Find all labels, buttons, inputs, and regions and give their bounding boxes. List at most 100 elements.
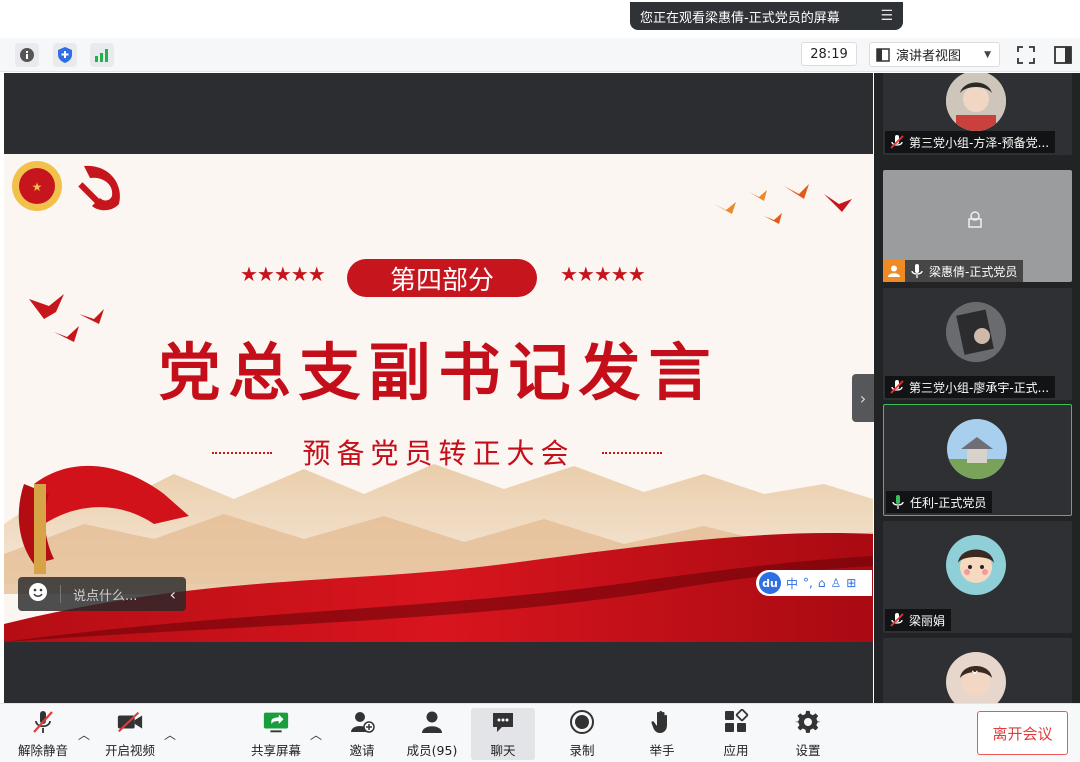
mic-muted-icon — [889, 134, 905, 150]
chevron-right-icon: › — [859, 388, 867, 408]
mic-active-icon — [890, 494, 906, 510]
leave-meeting-button[interactable]: 离开会议 — [977, 711, 1068, 755]
chat-icon — [489, 708, 517, 736]
raise-hand-label: 举手 — [649, 743, 675, 758]
start-video-button[interactable]: 开启视频 — [103, 708, 157, 760]
record-icon — [568, 708, 596, 736]
camera-off-icon — [965, 210, 985, 230]
avatar — [946, 535, 1006, 595]
participant-name-tag: 梁丽娟 — [885, 609, 952, 631]
apps-icon — [722, 708, 750, 736]
share-screen-button[interactable]: 共享屏幕 — [249, 708, 303, 760]
chevron-up-icon[interactable]: ︿ — [310, 726, 322, 743]
slide-title: 党总支副书记发言 — [158, 336, 719, 409]
slide-section-tag: 第四部分 — [347, 259, 537, 297]
participant-tile[interactable]: 第三党小组-方泽-预备党... — [883, 73, 1072, 155]
chat-placeholder: 说点什么... — [73, 588, 138, 604]
settings-button[interactable]: 设置 — [787, 708, 829, 760]
participant-name: 第三党小组-方泽-预备党... — [909, 135, 1050, 150]
add-user-icon — [348, 708, 376, 736]
shared-screen: ★ ★★★★★ 第四部分 ★★★★★ 党总支副书记发言 预备党员转正大会 du … — [4, 73, 873, 703]
subtitle-divider-right — [602, 452, 662, 454]
participant-name-tag: 第三党小组-廖承宇-正式... — [885, 376, 1056, 398]
chevron-down-icon: ▼ — [984, 49, 991, 60]
sharing-user-icon — [883, 260, 905, 282]
ime-item[interactable]: ♙ — [830, 576, 841, 590]
mic-muted-icon — [889, 379, 905, 395]
avatar — [947, 419, 1007, 479]
bottom-toolbar: 解除静音 ︿ 开启视频 ︿ 共享屏幕 ︿ 邀请 成员(95) 聊天 录制 举手 … — [0, 703, 1080, 762]
mic-icon — [909, 263, 925, 279]
record-label: 录制 — [569, 743, 595, 758]
start-video-label: 开启视频 — [104, 743, 155, 758]
participant-tile[interactable]: 梁丽娟 — [883, 521, 1072, 633]
participant-name: 梁丽娟 — [909, 613, 946, 628]
unmute-label: 解除静音 — [17, 743, 68, 758]
share-screen-icon — [262, 708, 290, 736]
slide-subtitle: 预备党员转正大会 — [302, 437, 575, 470]
apps-label: 应用 — [723, 743, 749, 758]
participant-name-tag: 梁惠倩-正式党员 — [883, 260, 1024, 282]
top-toolbar: 28:19 演讲者视图 ▼ — [0, 38, 1080, 72]
mic-muted-icon — [889, 612, 905, 628]
participant-name: 梁惠倩-正式党员 — [929, 264, 1018, 279]
members-icon — [418, 708, 446, 736]
shield-icon[interactable] — [53, 43, 77, 67]
sidebar-toggle-icon[interactable] — [1053, 45, 1073, 65]
record-button[interactable]: 录制 — [561, 708, 603, 760]
sharing-banner: 您正在观看梁惠倩-正式党员的屏幕 ☰ — [630, 2, 903, 30]
ime-toolbar[interactable]: du 中 °, ⌂ ♙ ⊞ — [756, 570, 872, 596]
participant-name: 任利-正式党员 — [910, 495, 987, 510]
meeting-timer: 28:19 — [801, 42, 857, 66]
participant-tile[interactable]: 梁惠倩-正式党员 — [883, 170, 1072, 282]
chat-button[interactable]: 聊天 — [471, 708, 535, 760]
ime-item[interactable]: ⌂ — [818, 576, 826, 590]
participant-name-tag: 任利-正式党员 — [886, 491, 993, 513]
chevron-down-icon[interactable]: ⌄ — [969, 662, 981, 678]
ime-item[interactable]: ⊞ — [846, 576, 856, 590]
stars-left: ★★★★★ — [240, 262, 326, 286]
avatar — [946, 302, 1006, 362]
members-label: 成员(95) — [406, 743, 458, 758]
stars-right: ★★★★★ — [560, 262, 646, 286]
view-mode-label: 演讲者视图 — [896, 49, 962, 64]
chat-label: 聊天 — [490, 743, 516, 758]
view-mode-select[interactable]: 演讲者视图 ▼ — [869, 42, 1000, 67]
sharing-banner-text: 您正在观看梁惠倩-正式党员的屏幕 — [640, 10, 840, 26]
participant-tile[interactable]: ⌄ — [883, 638, 1072, 703]
mic-muted-icon — [29, 708, 57, 736]
invite-button[interactable]: 邀请 — [342, 708, 382, 760]
ime-logo: du — [759, 572, 781, 594]
settings-label: 设置 — [795, 743, 821, 758]
meeting-window: 您正在观看梁惠倩-正式党员的屏幕 ☰ 28:19 演讲者视图 ▼ ★ ★★★★★… — [0, 0, 1080, 762]
share-screen-label: 共享屏幕 — [250, 743, 301, 758]
participant-name: 第三党小组-廖承宇-正式... — [909, 380, 1050, 395]
signal-icon[interactable] — [90, 43, 114, 67]
chat-quick-input[interactable]: 说点什么... ‹ — [18, 577, 186, 611]
gallery-collapse-button[interactable]: › — [852, 374, 874, 422]
participant-gallery: 第三党小组-方泽-预备党... 梁惠倩-正式党员 第三党小组-廖承宇-正式...… — [874, 73, 1080, 703]
members-button[interactable]: 成员(95) — [403, 708, 461, 760]
chevron-left-icon[interactable]: ‹ — [170, 585, 176, 604]
avatar — [946, 73, 1006, 131]
gear-icon — [794, 708, 822, 736]
unmute-button[interactable]: 解除静音 — [16, 708, 70, 760]
fullscreen-icon[interactable] — [1016, 45, 1036, 65]
menu-lines-icon[interactable]: ☰ — [880, 8, 893, 24]
apps-button[interactable]: 应用 — [715, 708, 757, 760]
chevron-up-icon[interactable]: ︿ — [78, 726, 90, 743]
participant-name-tag: 第三党小组-方泽-预备党... — [885, 131, 1056, 153]
hand-icon — [648, 708, 676, 736]
ime-item[interactable]: 中 — [786, 575, 798, 592]
speaker-view-icon — [876, 47, 890, 62]
emoji-icon[interactable] — [28, 582, 48, 606]
participant-tile[interactable]: 第三党小组-廖承宇-正式... — [883, 288, 1072, 400]
presentation-slide: ★ ★★★★★ 第四部分 ★★★★★ 党总支副书记发言 预备党员转正大会 du … — [4, 154, 873, 642]
raise-hand-button[interactable]: 举手 — [641, 708, 683, 760]
svg-text:★: ★ — [32, 180, 43, 194]
ime-item[interactable]: °, — [803, 576, 813, 590]
info-icon[interactable] — [15, 43, 39, 67]
participant-tile-active[interactable]: 任利-正式党员 — [883, 404, 1072, 516]
invite-label: 邀请 — [349, 743, 375, 758]
chevron-up-icon[interactable]: ︿ — [164, 726, 176, 743]
